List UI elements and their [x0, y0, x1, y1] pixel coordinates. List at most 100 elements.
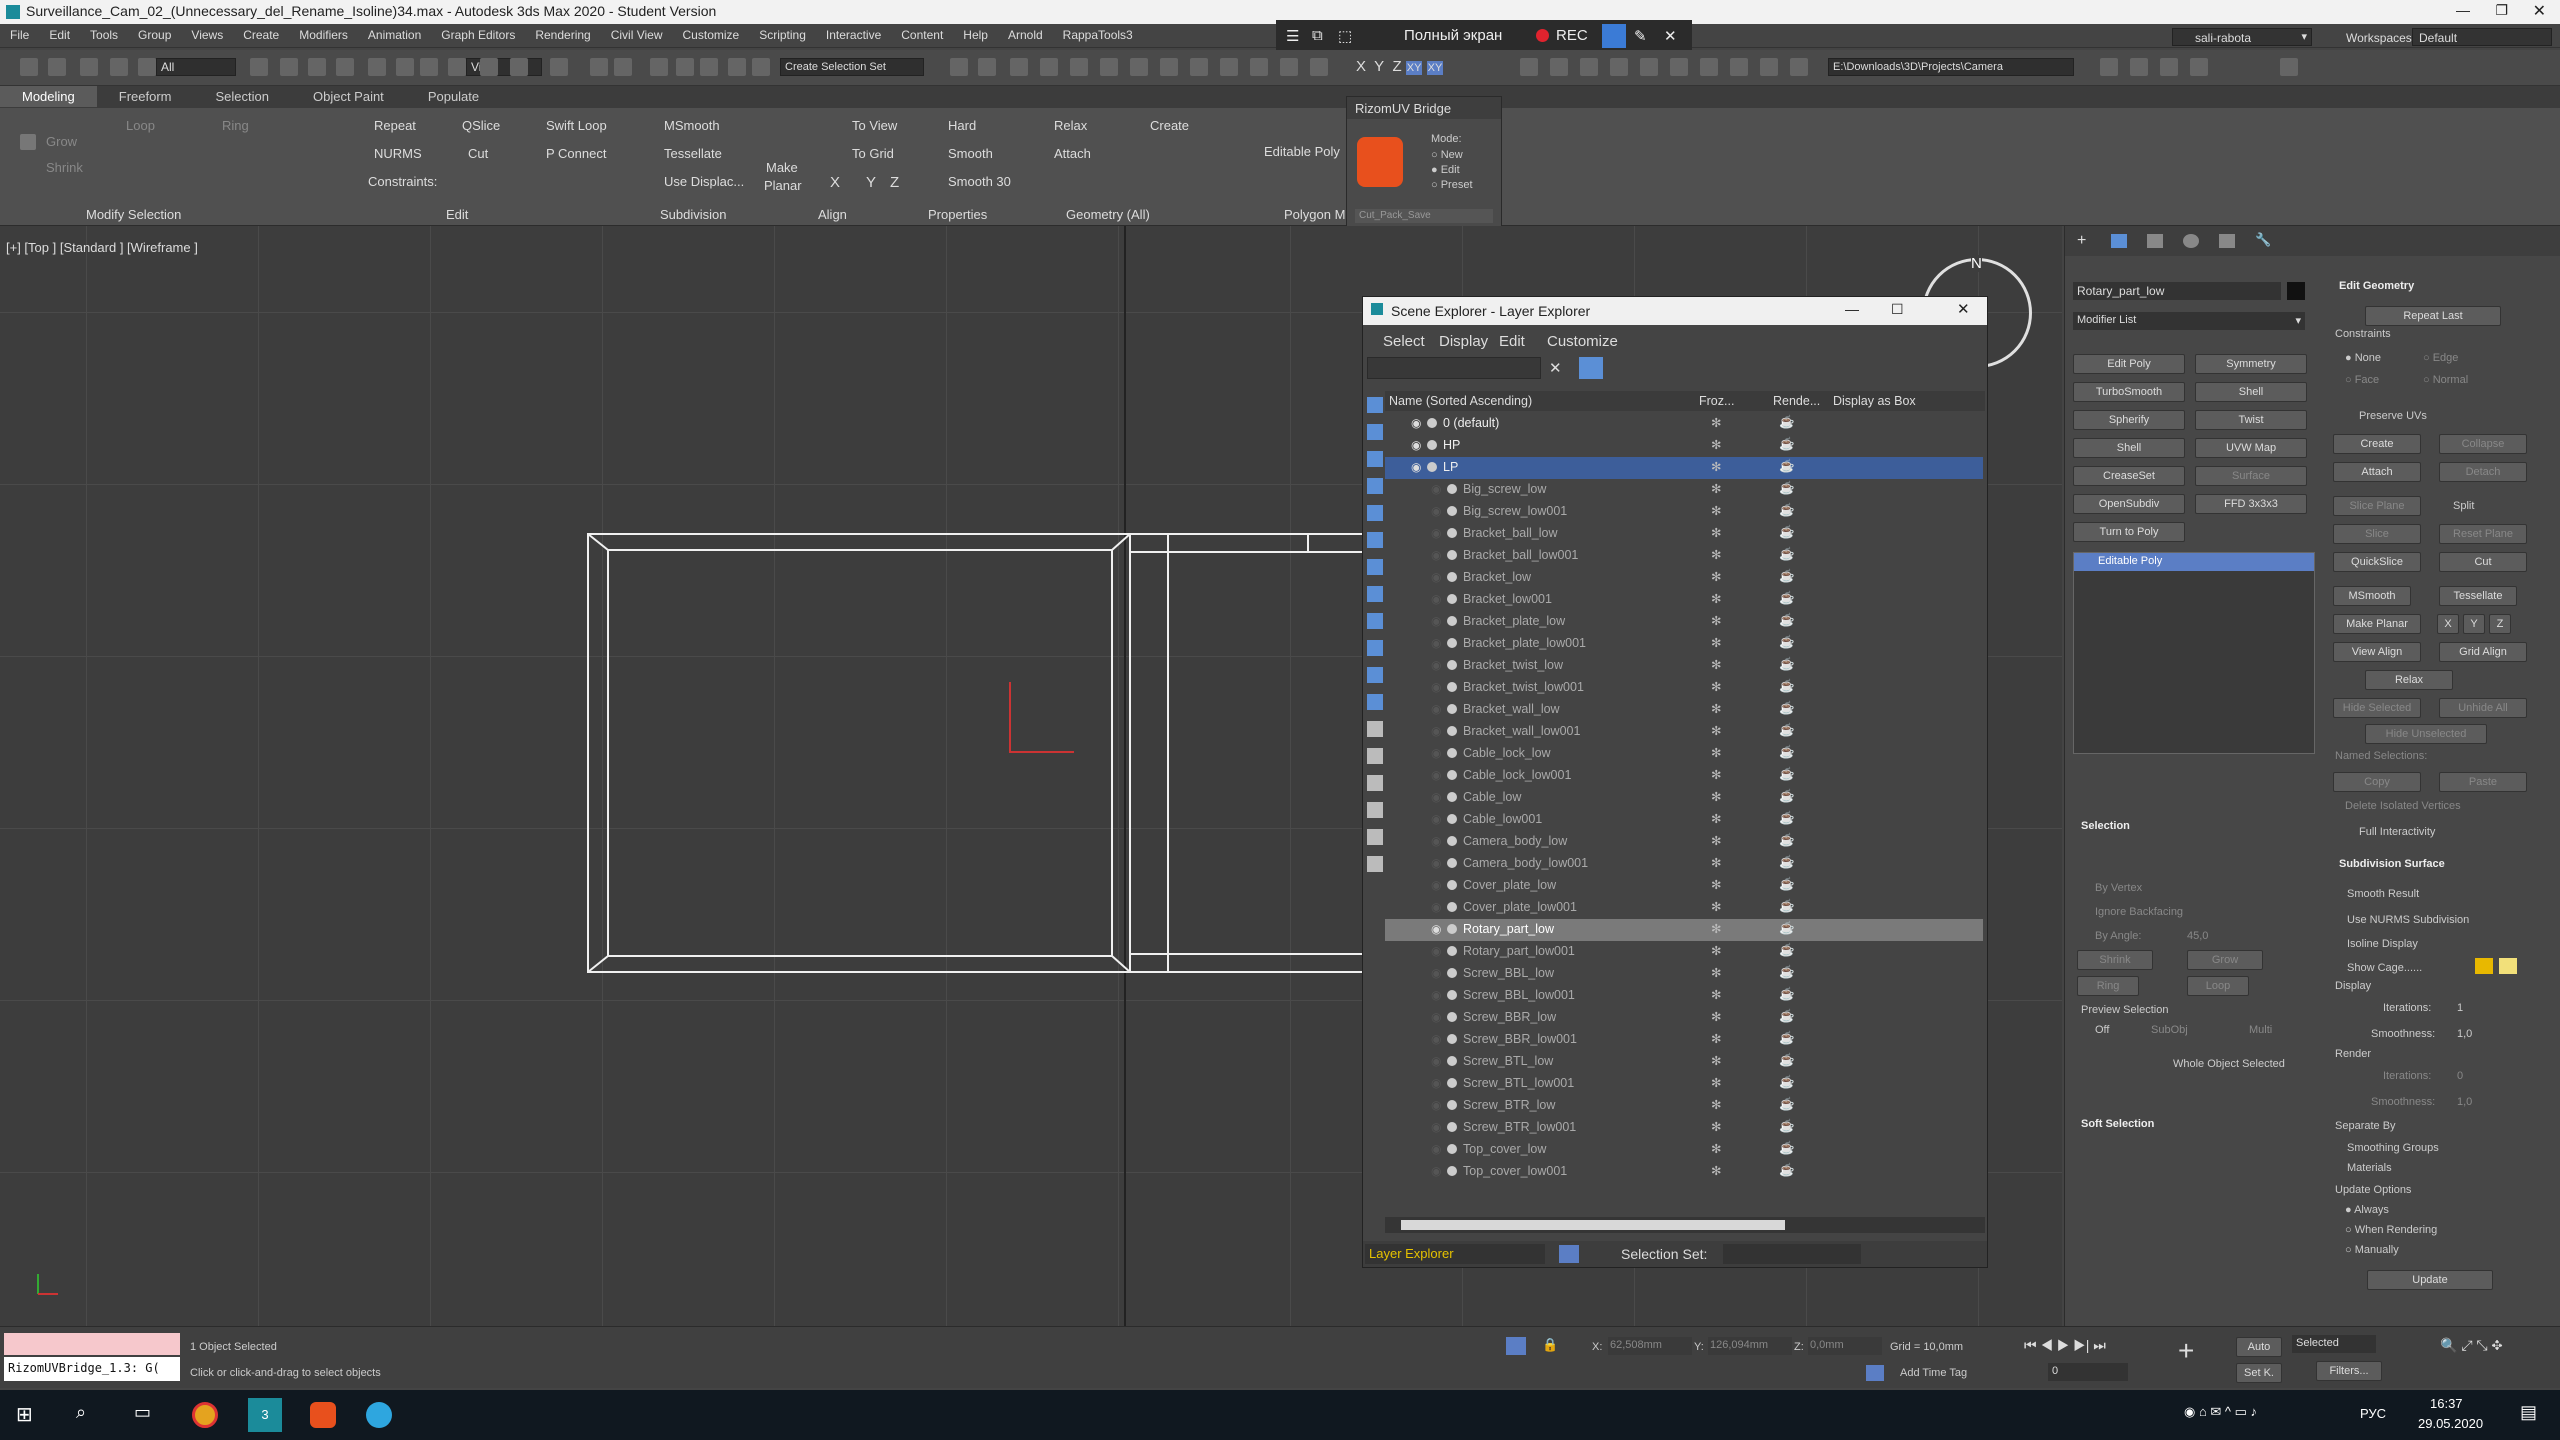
axis-x[interactable]: X	[1356, 58, 1366, 75]
slice-plane-button[interactable]: Slice Plane	[2333, 496, 2421, 516]
visibility-eye-icon[interactable]: ◉	[1411, 416, 1421, 430]
eg-attach-button[interactable]: Attach	[2333, 462, 2421, 482]
toolbar-tool-icon[interactable]	[728, 58, 746, 76]
menu-tools[interactable]: Tools	[80, 24, 128, 46]
telegram-icon[interactable]	[366, 1402, 392, 1428]
constraint-normal-radio[interactable]: ○ Normal	[2423, 374, 2468, 386]
renderable-teapot-icon[interactable]: ☕	[1779, 1141, 1795, 1156]
explorer-side-icon[interactable]	[1367, 856, 1383, 872]
explorer-side-icon[interactable]	[1367, 505, 1383, 521]
set-key-button[interactable]: Set K.	[2236, 1363, 2282, 1383]
paste-button[interactable]: Paste	[2439, 772, 2527, 792]
stack-item-editable-poly[interactable]: Editable Poly	[2074, 553, 2314, 571]
visibility-eye-icon[interactable]: ◉	[1431, 680, 1441, 694]
freeze-icon[interactable]: ✻	[1711, 855, 1721, 870]
toolbar-tool-icon[interactable]	[1310, 58, 1328, 76]
menu-civil-view[interactable]: Civil View	[601, 24, 673, 46]
toolbar-tool-icon[interactable]	[1280, 58, 1298, 76]
eg-make-planar-button[interactable]: Make Planar	[2333, 614, 2421, 634]
renderable-teapot-icon[interactable]: ☕	[1779, 415, 1795, 430]
visibility-eye-icon[interactable]: ◉	[1431, 790, 1441, 804]
object-row[interactable]: ◉ Cable_low ✻ ☕	[1385, 787, 1983, 809]
eg-collapse-button[interactable]: Collapse	[2439, 434, 2527, 454]
explorer-side-icon[interactable]	[1367, 613, 1383, 629]
visibility-eye-icon[interactable]: ◉	[1431, 768, 1441, 782]
constraint-edge-radio[interactable]: ○ Edge	[2423, 352, 2458, 364]
menu-icon[interactable]: ☰	[1286, 27, 1299, 45]
update-button[interactable]: Update	[2367, 1270, 2493, 1290]
quickslice-button[interactable]: QuickSlice	[2333, 552, 2421, 572]
visibility-eye-icon[interactable]: ◉	[1431, 1076, 1441, 1090]
freeze-icon[interactable]: ✻	[1711, 481, 1721, 496]
freeze-icon[interactable]: ✻	[1711, 569, 1721, 584]
rizom-mode-edit[interactable]: ● Edit	[1431, 164, 1460, 176]
visibility-eye-icon[interactable]: ◉	[1431, 988, 1441, 1002]
visibility-eye-icon[interactable]: ◉	[1431, 746, 1441, 760]
freeze-icon[interactable]: ✻	[1711, 965, 1721, 980]
renderable-teapot-icon[interactable]: ☕	[1779, 459, 1795, 474]
freeze-icon[interactable]: ✻	[1711, 1119, 1721, 1134]
layer-row-default[interactable]: ◉ 0 (default) ✻ ☕	[1385, 413, 1983, 435]
explorer-close-icon[interactable]: ✕	[1957, 300, 1970, 318]
toolbar-tool-icon[interactable]	[1730, 58, 1748, 76]
horizontal-scrollbar[interactable]	[1385, 1217, 1985, 1233]
toolbar-tool-icon[interactable]	[2190, 58, 2208, 76]
scrollbar-thumb[interactable]	[1401, 1220, 1785, 1230]
eg-msmooth-button[interactable]: MSmooth	[2333, 586, 2411, 606]
rizomuv-taskbar-icon[interactable]	[310, 1402, 336, 1428]
selection-rollout-title[interactable]: Selection	[2081, 820, 2130, 832]
isolate-icon[interactable]	[1506, 1337, 1526, 1355]
z-coord-field[interactable]: 0,0mm	[1808, 1337, 1882, 1355]
isoline-checkbox[interactable]: Isoline Display	[2347, 938, 2418, 950]
toolbar-tool-icon[interactable]	[1250, 58, 1268, 76]
menu-modifiers[interactable]: Modifiers	[289, 24, 358, 46]
axis-y[interactable]: Y	[1374, 58, 1384, 75]
toolbar-tool-icon[interactable]	[550, 58, 568, 76]
explorer-side-icon[interactable]	[1367, 829, 1383, 845]
axis-xy-2[interactable]: XY	[1426, 61, 1444, 75]
to-view-button[interactable]: To View	[852, 118, 897, 133]
explorer-menu-customize[interactable]: Customize	[1547, 333, 1618, 350]
show-cage-checkbox[interactable]: Show Cage......	[2347, 962, 2422, 974]
clock-date[interactable]: 29.05.2020	[2418, 1416, 2483, 1431]
selection-filter-dropdown[interactable]: All	[156, 58, 236, 76]
notifications-icon[interactable]: ▤	[2520, 1402, 2537, 1423]
3dsmax-taskbar-icon[interactable]: 3	[248, 1398, 282, 1432]
object-row[interactable]: ◉ Screw_BTR_low001 ✻ ☕	[1385, 1117, 1983, 1139]
object-row[interactable]: ◉ Screw_BTL_low001 ✻ ☕	[1385, 1073, 1983, 1095]
renderable-teapot-icon[interactable]: ☕	[1779, 723, 1795, 738]
modbtn-edit-poly[interactable]: Edit Poly	[2073, 354, 2185, 374]
update-manually-radio[interactable]: ○ Manually	[2345, 1244, 2399, 1256]
renderable-teapot-icon[interactable]: ☕	[1779, 635, 1795, 650]
renderable-teapot-icon[interactable]: ☕	[1779, 613, 1795, 628]
toolbar-tool-icon[interactable]	[138, 58, 156, 76]
explorer-side-icon[interactable]	[1367, 802, 1383, 818]
close-icon[interactable]: ✕	[2533, 1, 2546, 21]
toolbar-tool-icon[interactable]	[1760, 58, 1778, 76]
freeze-icon[interactable]: ✻	[1711, 503, 1721, 518]
freeze-icon[interactable]: ✻	[1711, 591, 1721, 606]
freeze-icon[interactable]: ✻	[1711, 833, 1721, 848]
toolbar-tool-icon[interactable]	[950, 58, 968, 76]
freeze-icon[interactable]: ✻	[1711, 459, 1721, 474]
hierarchy-tab-icon[interactable]	[2147, 234, 2163, 248]
freeze-icon[interactable]: ✻	[1711, 1009, 1721, 1024]
key-filter-dropdown[interactable]: Selected	[2292, 1335, 2376, 1353]
ref-coord-dropdown[interactable]: View	[466, 58, 542, 76]
by-angle-checkbox[interactable]: By Angle:	[2095, 930, 2141, 942]
visibility-eye-icon[interactable]: ◉	[1431, 1032, 1441, 1046]
display-smoothness-value[interactable]: 1,0	[2457, 1028, 2472, 1040]
explorer-side-icon[interactable]	[1367, 640, 1383, 656]
ribbon-tab-freeform[interactable]: Freeform	[97, 86, 194, 107]
delete-isolated-checkbox[interactable]: Delete Isolated Vertices	[2345, 800, 2461, 812]
menu-animation[interactable]: Animation	[358, 24, 431, 46]
view-align-button[interactable]: View Align	[2333, 642, 2421, 662]
viewport-nav-icons[interactable]: 🔍 ⤢ ⤡ ✥	[2440, 1337, 2503, 1354]
explorer-side-icon[interactable]	[1367, 748, 1383, 764]
window-icon[interactable]: ⧉	[1312, 27, 1323, 44]
modbtn-turn-to-poly[interactable]: Turn to Poly	[2073, 522, 2185, 542]
ring-button[interactable]: Ring	[222, 118, 249, 133]
toolbar-tool-icon[interactable]	[676, 58, 694, 76]
visibility-eye-icon[interactable]: ◉	[1431, 966, 1441, 980]
explorer-menu-edit[interactable]: Edit	[1499, 333, 1525, 350]
